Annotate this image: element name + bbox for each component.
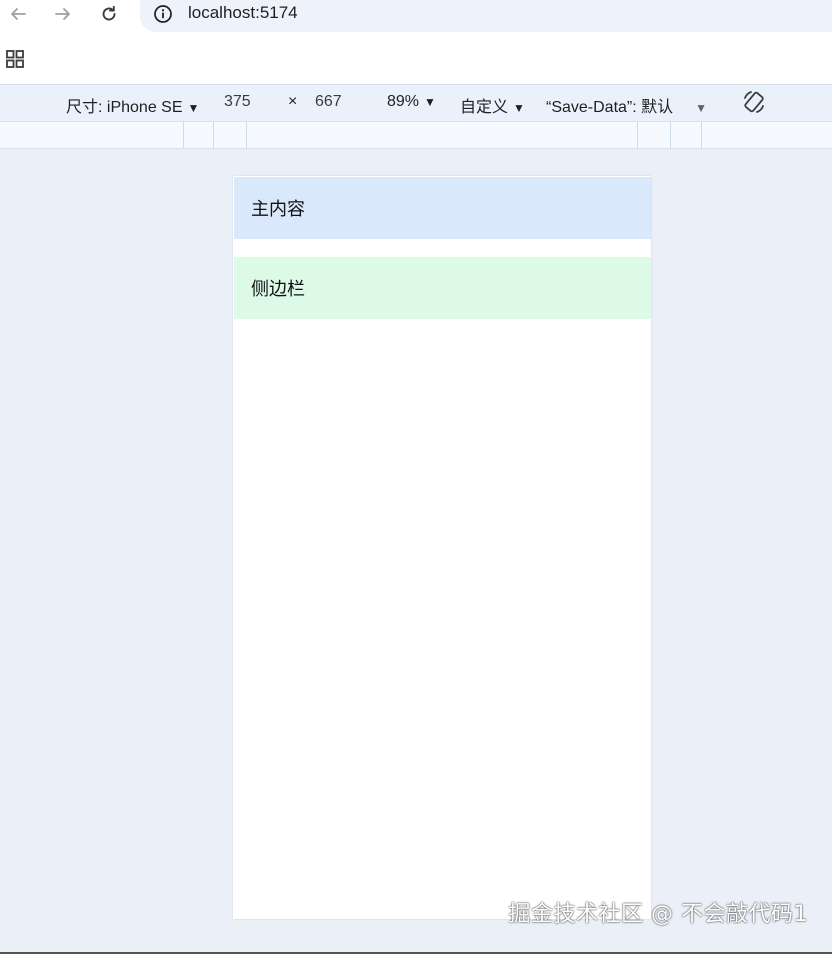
reload-button[interactable] — [97, 2, 121, 26]
apps-grid-icon[interactable] — [6, 50, 24, 68]
back-button[interactable] — [6, 2, 30, 26]
caret-down-icon: ▼ — [187, 101, 200, 115]
info-icon[interactable] — [153, 4, 173, 24]
watermark: 掘金技术社区 @ 不会敲代码1 — [508, 902, 808, 927]
ruler-tick — [246, 122, 247, 148]
main-content-section: 主内容 — [234, 177, 651, 239]
device-select[interactable]: 尺寸: iPhone SE ▼ — [66, 93, 199, 117]
ruler-tick — [213, 122, 214, 148]
caret-down-icon: ▼ — [513, 101, 525, 115]
main-content-label: 主内容 — [251, 199, 305, 220]
device-label: 尺寸: iPhone SE — [66, 99, 183, 116]
ruler-tick — [183, 122, 184, 148]
bookmarks-bar — [0, 36, 832, 85]
arrow-right-icon — [55, 8, 70, 20]
arrow-left-icon — [11, 8, 26, 20]
media-query-ruler[interactable] — [0, 122, 832, 149]
caret-down-icon: ▼ — [424, 95, 436, 109]
height-input[interactable]: 667 — [315, 93, 342, 111]
dimension-separator: × — [288, 93, 298, 110]
zoom-select[interactable]: 89% ▼ — [387, 93, 436, 111]
caret-down-icon: ▼ — [695, 101, 708, 115]
forward-button[interactable] — [51, 2, 75, 26]
save-data-select[interactable]: “Save-Data”: 默认 ▼ — [546, 93, 707, 117]
browser-toolbar: localhost:5174 — [0, 0, 832, 36]
rotate-icon[interactable] — [741, 89, 767, 115]
throttle-select[interactable]: 自定义 ▼ — [460, 93, 525, 117]
ruler-tick — [670, 122, 671, 148]
ruler-tick — [701, 122, 702, 148]
url-text[interactable]: localhost:5174 — [188, 3, 298, 23]
ruler-tick — [637, 122, 638, 148]
sidebar-section: 侧边栏 — [234, 257, 651, 319]
save-data-label: “Save-Data”: — [546, 99, 637, 116]
sidebar-label: 侧边栏 — [251, 279, 305, 300]
throttle-label: 自定义 — [460, 99, 509, 116]
zoom-label: 89% — [387, 93, 420, 110]
address-bar[interactable]: localhost:5174 — [140, 0, 832, 32]
save-data-value: 默认 — [641, 99, 674, 116]
device-viewport: 主内容 侧边栏 — [233, 176, 651, 919]
reload-icon — [102, 5, 116, 21]
device-toolbar: 尺寸: iPhone SE ▼ 375 × 667 89% ▼ 自定义 ▼ “Save… — [0, 85, 832, 122]
width-input[interactable]: 375 — [224, 93, 251, 111]
